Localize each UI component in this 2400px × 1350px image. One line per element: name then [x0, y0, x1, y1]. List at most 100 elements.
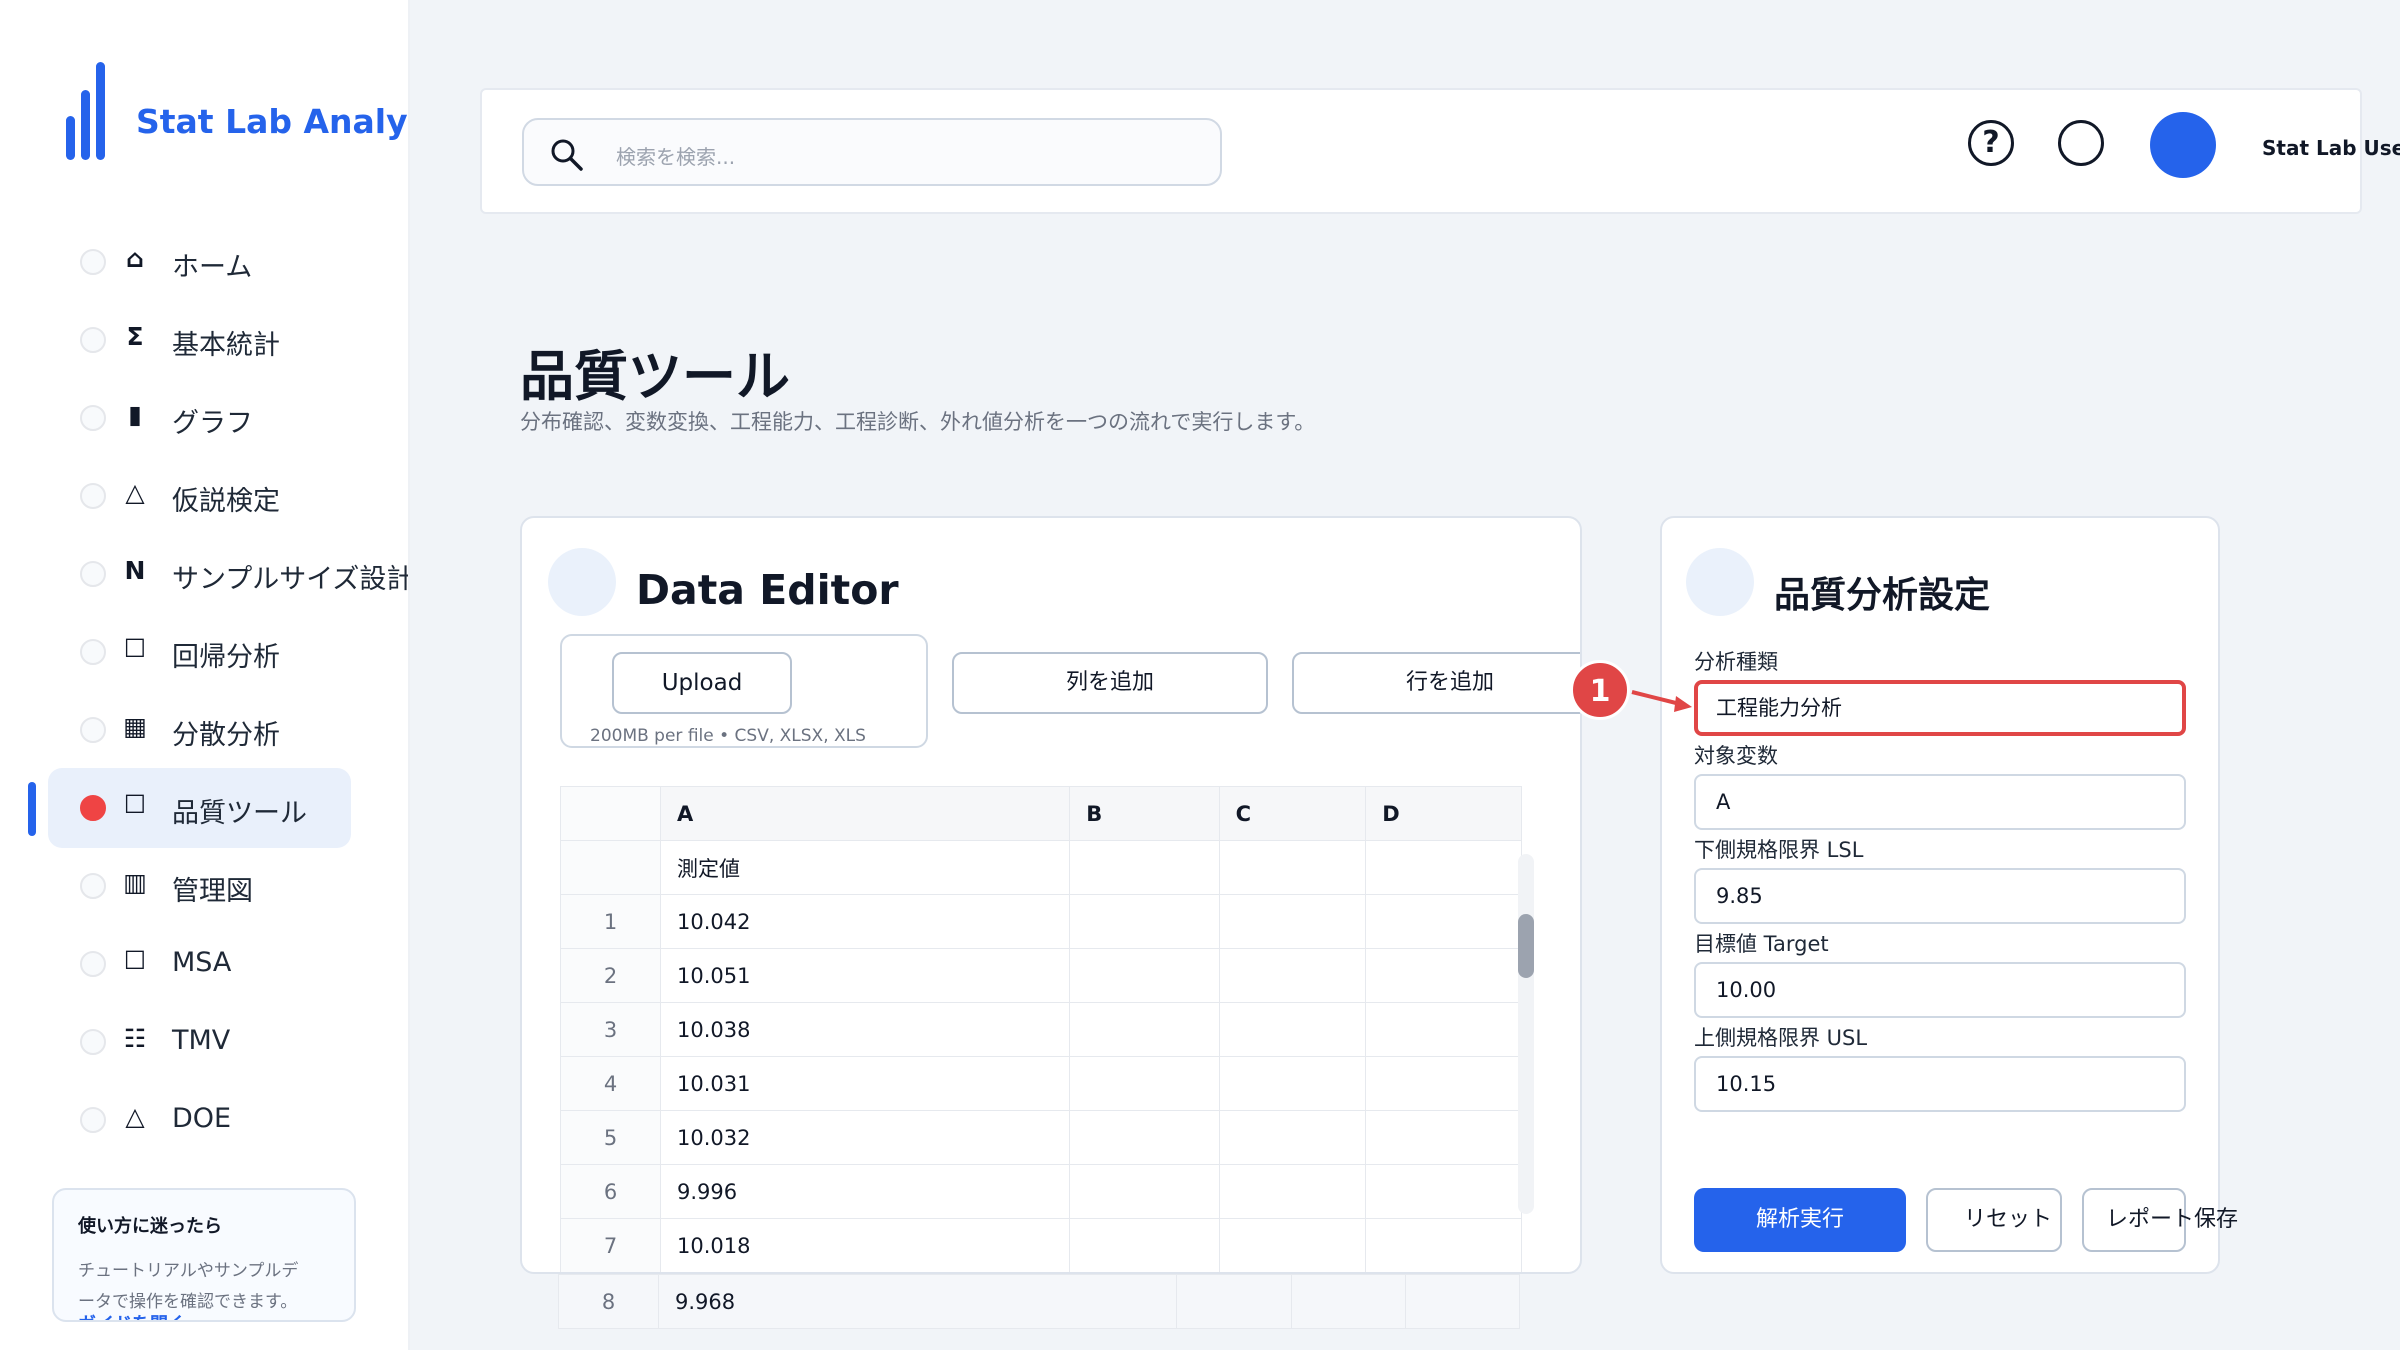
analysis-type-select[interactable]: 工程能力分析 — [1694, 680, 2186, 736]
grid-cell[interactable] — [1069, 1110, 1220, 1165]
triangle-icon: △ — [125, 478, 145, 507]
grid-cell[interactable]: 10.032 — [659, 1110, 1071, 1165]
status-dot — [80, 951, 106, 977]
grid-cell[interactable]: 10.042 — [659, 894, 1071, 949]
target-label: 目標値 Target — [1694, 932, 1829, 956]
add-column-button[interactable]: 列を追加 — [952, 652, 1268, 714]
grid-cell[interactable] — [1218, 894, 1367, 949]
grid-cell[interactable] — [1365, 1110, 1522, 1165]
sidebar-item[interactable]: N サンプルサイズ設計 — [48, 534, 408, 614]
grid-cell[interactable] — [1218, 1164, 1367, 1219]
upload-dropzone[interactable]: Upload 200MB per file • CSV, XLSX, XLS — [560, 634, 928, 748]
square-icon: ☐ — [123, 790, 147, 819]
sidebar-item-label: 回帰分析 — [172, 642, 280, 673]
sigma-icon: Σ — [126, 322, 144, 351]
upload-button[interactable]: Upload — [612, 652, 792, 714]
target-input[interactable]: 10.00 — [1694, 962, 2186, 1018]
user-name[interactable]: Stat Lab User — [2262, 136, 2400, 160]
column-header[interactable]: D — [1365, 786, 1522, 841]
grid-cell[interactable] — [1218, 948, 1367, 1003]
sidebar-item[interactable]: ⌂ ホーム — [48, 222, 351, 302]
sidebar-item[interactable]: △ DOE — [48, 1080, 351, 1160]
grid-cell[interactable] — [1176, 1274, 1292, 1329]
avatar[interactable] — [2150, 112, 2216, 178]
grid-cell[interactable] — [1069, 1218, 1220, 1272]
sidebar-item[interactable]: ☷ TMV — [48, 1002, 351, 1082]
status-dot — [80, 249, 106, 275]
target-variable-label: 対象変数 — [1694, 744, 1778, 768]
sidebar-item[interactable]: ▦ 分散分析 — [48, 690, 351, 770]
grid-cell[interactable]: 測定値 — [659, 840, 1071, 895]
triangle-icon: △ — [125, 1102, 145, 1131]
sidebar-item[interactable]: △ 仮説検定 — [48, 456, 351, 536]
column-header[interactable]: B — [1069, 786, 1220, 841]
sidebar-item[interactable]: Σ 基本統計 — [48, 300, 351, 380]
grid-cell[interactable] — [1365, 1002, 1522, 1057]
grid-cell[interactable]: 10.018 — [659, 1218, 1071, 1272]
grid-cell[interactable] — [1218, 1218, 1367, 1272]
sidebar-item[interactable]: ☐ 品質ツール — [48, 768, 351, 848]
grid-cell[interactable] — [1069, 1056, 1220, 1111]
grid-cell[interactable] — [1069, 894, 1220, 949]
bar-chart-icon: ▮ — [128, 400, 142, 429]
grid-cell[interactable] — [1290, 1274, 1406, 1329]
grid-cell[interactable] — [1404, 1274, 1521, 1329]
grid-cell[interactable] — [1218, 1002, 1367, 1057]
grid-cell[interactable] — [1069, 948, 1220, 1003]
grid-cell[interactable] — [1365, 1056, 1522, 1111]
column-header[interactable]: C — [1218, 786, 1367, 841]
sidebar-item[interactable]: ☐ MSA — [48, 924, 351, 1004]
sidebar-item[interactable]: ▮ グラフ — [48, 378, 351, 458]
usl-input[interactable]: 10.15 — [1694, 1056, 2186, 1112]
column-header[interactable]: A — [659, 786, 1071, 841]
data-editor-card: Data Editor Upload 200MB per file • CSV,… — [520, 516, 1582, 1274]
grid-cell[interactable] — [1365, 1164, 1522, 1219]
help-icon[interactable]: ? — [1968, 120, 2014, 166]
grid-cell[interactable] — [1218, 1056, 1367, 1111]
table-row: 3 10.038 — [560, 1002, 1522, 1057]
sidebar-item[interactable]: ▥ 管理図 — [48, 846, 351, 926]
editor-title: Data Editor — [636, 566, 899, 614]
grid-cell[interactable]: 10.051 — [659, 948, 1071, 1003]
notification-icon[interactable] — [2058, 120, 2104, 166]
grid-cell[interactable] — [1069, 1002, 1220, 1057]
sidebar-item-label: 分散分析 — [172, 720, 280, 751]
brand[interactable]: Stat Lab Analytics — [66, 62, 408, 160]
grid-cell[interactable] — [1365, 1218, 1522, 1272]
target-variable-select[interactable]: A — [1694, 774, 2186, 830]
usl-label: 上側規格限界 USL — [1694, 1026, 1868, 1050]
grid-cell[interactable]: 10.038 — [659, 1002, 1071, 1057]
grid-cell[interactable] — [1069, 1164, 1220, 1219]
home-icon: ⌂ — [126, 244, 144, 273]
grid-cell[interactable]: 9.968 — [657, 1274, 1178, 1329]
grid-cell[interactable] — [1218, 840, 1367, 895]
grid-scroll-thumb[interactable] — [1518, 914, 1534, 978]
quality-settings-card: 品質分析設定 分析種類 工程能力分析 対象変数 A 下側規格限界 LSL 9.8… — [1660, 516, 2238, 1274]
sidebar-item-label: 仮説検定 — [172, 486, 280, 517]
editor-badge-icon — [548, 548, 616, 616]
search-input[interactable]: 検索を検索... — [522, 118, 1222, 186]
save-report-button[interactable]: レポート保存 — [2082, 1188, 2238, 1252]
grid-cell[interactable] — [1218, 1110, 1367, 1165]
reset-button[interactable]: リセット — [1926, 1188, 2062, 1252]
grid-scrollbar[interactable] — [1518, 854, 1534, 1214]
status-dot — [80, 639, 106, 665]
row-index: 3 — [560, 1002, 661, 1057]
sidebar-item[interactable]: ☐ 回帰分析 — [48, 612, 351, 692]
run-analysis-button[interactable]: 解析実行 — [1694, 1188, 1906, 1252]
grid-cell[interactable]: 9.996 — [659, 1164, 1071, 1219]
status-dot — [80, 405, 106, 431]
add-row-button[interactable]: 行を追加 — [1292, 652, 1580, 714]
grid-cell[interactable] — [1365, 894, 1522, 949]
grid-cell[interactable] — [1069, 840, 1220, 895]
status-dot — [80, 1107, 106, 1133]
top-header: 検索を検索... ? Stat Lab User — [480, 88, 2400, 214]
grid-cell[interactable]: 10.031 — [659, 1056, 1071, 1111]
row-index: 5 — [560, 1110, 661, 1165]
lsl-input[interactable]: 9.85 — [1694, 868, 2186, 924]
status-dot — [80, 483, 106, 509]
guide-link[interactable]: ガイドを開く — [78, 1310, 186, 1320]
search-placeholder: 検索を検索... — [616, 145, 736, 169]
grid-cell[interactable] — [1365, 948, 1522, 1003]
grid-cell[interactable] — [1365, 840, 1522, 895]
